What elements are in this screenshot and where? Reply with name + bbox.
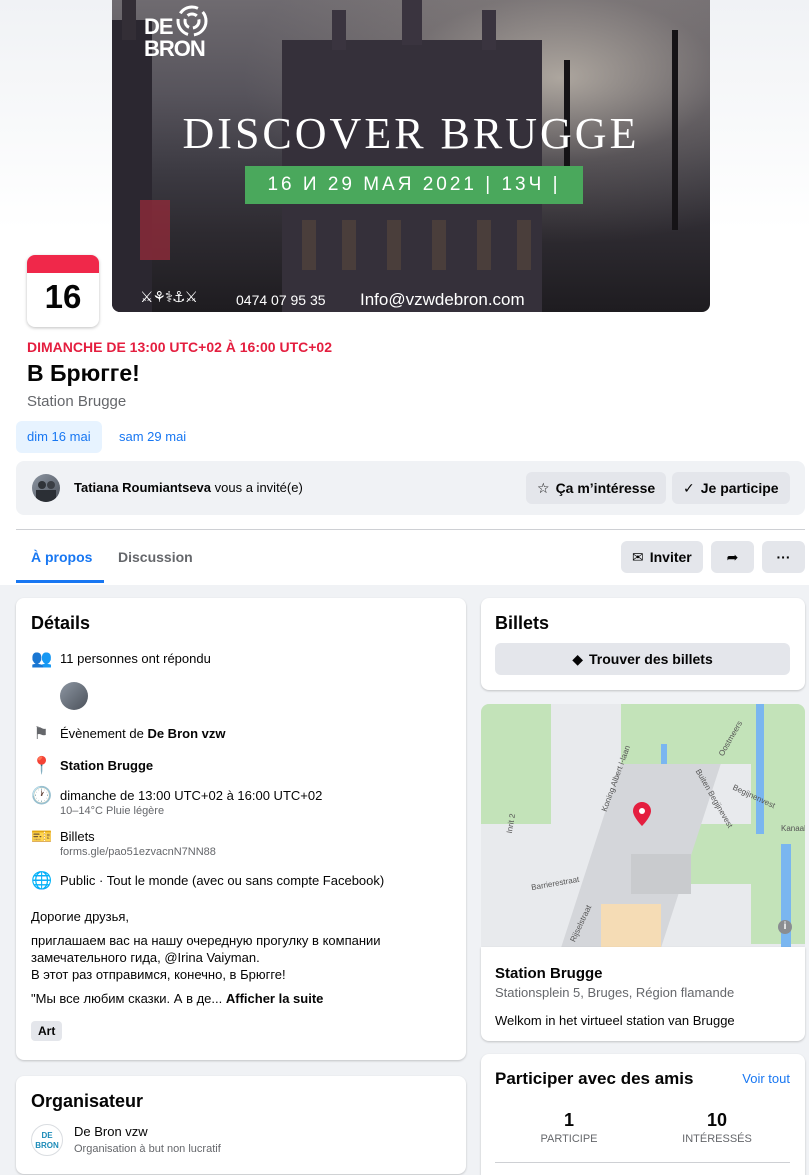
date-option-1[interactable]: dim 16 mai (16, 421, 102, 453)
interested-label: Ça m’intéresse (555, 480, 656, 496)
station-address: Stationsplein 5, Bruges, Région flamande (495, 985, 735, 1000)
date-badge: 16 (27, 255, 99, 327)
tickets-link[interactable]: forms.gle/pao51ezvacnN7NN88 (60, 846, 216, 858)
see-more-link[interactable]: Afficher la suite (226, 991, 324, 1006)
going-button[interactable]: ✓ Je participe (672, 472, 790, 504)
organizer-type: Organisation à but non lucratif (74, 1143, 221, 1155)
share-button[interactable]: ➦ (711, 541, 754, 573)
more-icon: ··· (776, 549, 791, 565)
map-street-label: Barrierestraat (530, 874, 580, 893)
ticket-icon: ◆ (572, 651, 584, 667)
tab-about[interactable]: À propos (31, 549, 92, 565)
logo-text-bron: BRON (144, 36, 206, 61)
time-text: dimanche de 13:00 UTC+02 à 16:00 UTC+02 (60, 788, 323, 803)
divider (16, 529, 805, 530)
interested-count: 10 (706, 1110, 728, 1130)
globe-icon: 🌐 (31, 871, 53, 890)
walking-people-icon: ⚔⚘⚕⚓⚔ (140, 289, 198, 306)
organizer-logo-text: DE (41, 1131, 53, 1140)
tickets-card: Billets ◆ Trouver des billets (481, 598, 805, 690)
map-pin-icon (633, 802, 651, 826)
location-pin-icon: 📍 (31, 756, 53, 775)
clock-icon: 🕐 (31, 786, 53, 805)
interested-stat[interactable]: 10 INTÉRESSÉS (643, 1110, 791, 1145)
invite-text: vous a invité(e) (211, 480, 303, 495)
interested-button[interactable]: ☆ Ça m’intéresse (526, 472, 667, 504)
people-icon: 👥 (31, 649, 53, 668)
map-street-label: Inrit 2 (504, 812, 518, 835)
divider (495, 1162, 790, 1163)
station-card: Station Brugge Stationsplein 5, Bruges, … (481, 947, 805, 1041)
cover-image: DE BRON DISCOVER BRUGGE 16 И 29 МАЯ 2021… (112, 0, 710, 312)
event-time: DIMANCHE DE 13:00 UTC+02 À 16:00 UTC+02 (27, 339, 332, 355)
envelope-icon: ✉ (632, 549, 644, 565)
station-name[interactable]: Station Brugge (495, 965, 603, 982)
more-button[interactable]: ··· (762, 541, 805, 573)
see-all-link[interactable]: Voir tout (742, 1071, 790, 1086)
cover-phone: 0474 07 95 35 (236, 292, 326, 308)
map-street-label: Kanaal (781, 824, 805, 833)
date-option-2[interactable]: sam 29 mai (108, 421, 197, 453)
date-badge-day: 16 (44, 278, 82, 315)
going-label: Je participe (700, 480, 779, 496)
organizer-card: Organisateur DE BRON De Bron vzw Organis… (16, 1076, 466, 1174)
inviter-name[interactable]: Tatiana Roumiantseva (74, 480, 211, 495)
details-heading: Détails (31, 613, 91, 633)
going-count: 1 (563, 1110, 574, 1130)
check-circle-icon: ✓ (683, 480, 695, 496)
cover-email: Info@vzwdebron.com (360, 290, 525, 309)
invite-bar: Tatiana Roumiantseva vous a invité(e) ☆ Ç… (16, 461, 805, 515)
cover-date-banner: 16 И 29 МАЯ 2021 | 13Ч | (245, 166, 583, 204)
place-link[interactable]: Station Brugge (60, 758, 153, 773)
organizer-logo-text: BRON (35, 1141, 59, 1150)
active-tab-indicator (16, 580, 104, 583)
logo-text-de: DE (144, 14, 174, 39)
station-description: Welkom in het virtueel station van Brugg… (495, 1013, 735, 1028)
friends-card: Participer avec des amis Voir tout 1 PAR… (481, 1054, 805, 1175)
friends-heading: Participer avec des amis (495, 1069, 694, 1088)
tickets-label: Billets (60, 829, 95, 844)
tickets-heading: Billets (495, 613, 550, 633)
description-line: Дорогие друзья, (31, 909, 130, 924)
organizer-heading: Organisateur (31, 1091, 144, 1111)
swirl-icon (176, 5, 208, 37)
invite-button[interactable]: ✉ Inviter (621, 541, 703, 573)
organizer-prefix: Évènement de (60, 726, 148, 741)
event-title: В Брюгге! (27, 360, 140, 386)
going-stat-label: PARTICIPE (540, 1133, 598, 1145)
details-card: Détails 👥 11 personnes ont répondu ⚑ Évè… (16, 598, 466, 1060)
description-line: В этот раз отправимся, конечно, в Брюгге… (31, 967, 286, 982)
location-map[interactable]: Koning Albert I-laan Buiten Begijnevest … (481, 704, 805, 947)
find-tickets-button[interactable]: ◆ Trouver des billets (495, 643, 790, 675)
find-tickets-label: Trouver des billets (589, 651, 713, 667)
description-line: приглашаем вас на нашу очередную прогулк… (31, 933, 381, 948)
avatar[interactable] (60, 682, 88, 710)
event-location[interactable]: Station Brugge (27, 393, 126, 410)
description-line: замечательного гида, @Irina Vaiyman. (31, 950, 260, 965)
star-icon: ☆ (537, 480, 550, 496)
flag-icon: ⚑ (33, 724, 49, 743)
tab-discussion[interactable]: Discussion (118, 549, 193, 565)
description-excerpt: "Мы все любим сказки. А в де... (31, 991, 223, 1006)
interested-stat-label: INTÉRESSÉS (682, 1133, 752, 1145)
responded-text: 11 personnes ont répondu (60, 651, 211, 666)
going-stat[interactable]: 1 PARTICIPE (495, 1110, 643, 1145)
description-line: "Мы все любим сказки. А в де... Afficher… (31, 990, 323, 1007)
organizer-logo[interactable]: DE BRON (31, 1124, 63, 1156)
weather-text: 10–14°C Pluie légère (60, 805, 165, 817)
category-tag[interactable]: Art (31, 1021, 63, 1041)
organizer-name[interactable]: De Bron vzw (74, 1124, 148, 1139)
organizer-link[interactable]: De Bron vzw (147, 726, 225, 741)
date-badge-band (27, 255, 99, 273)
invite-label: Inviter (649, 549, 692, 565)
ticket-icon: 🎫 (31, 827, 53, 846)
cover-title: DISCOVER BRUGGE (182, 109, 640, 158)
invite-message: Tatiana Roumiantseva vous a invité(e) (74, 480, 303, 495)
de-bron-logo: DE BRON (144, 5, 216, 62)
share-arrow-icon: ➦ (726, 549, 739, 565)
privacy-text: Public · Tout le monde (avec ou sans com… (60, 873, 385, 888)
avatar[interactable] (32, 474, 60, 502)
map-info-icon[interactable]: i (778, 920, 792, 934)
